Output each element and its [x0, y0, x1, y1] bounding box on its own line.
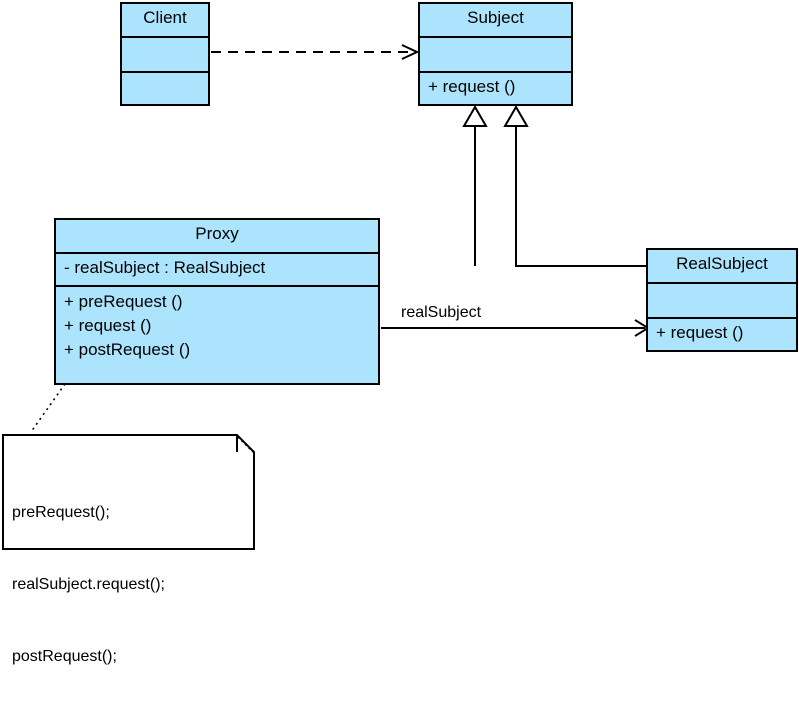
class-name-compartment-realsubject: RealSubject — [648, 250, 796, 282]
class-box-client[interactable]: Client — [120, 2, 210, 106]
operations-compartment-client — [122, 71, 208, 104]
class-name-compartment-client: Client — [122, 4, 208, 36]
uml-class-diagram: Client Subject + request () Proxy - real… — [0, 0, 799, 665]
operation-realsubject-request: + request () — [656, 323, 744, 342]
generalization-realsubject-to-subject — [503, 105, 646, 267]
hollow-triangle-icon — [462, 105, 488, 127]
operations-compartment-proxy: + preRequest () + request () + postReque… — [56, 285, 378, 383]
class-box-realsubject[interactable]: RealSubject + request () — [646, 248, 798, 352]
operation-proxy-prerequest: + preRequest () — [64, 292, 183, 311]
class-box-proxy[interactable]: Proxy - realSubject : RealSubject + preR… — [54, 218, 380, 385]
attribute-proxy-realsubject: - realSubject : RealSubject — [64, 258, 266, 277]
attributes-compartment-subject — [420, 36, 571, 71]
class-name-proxy: Proxy — [195, 224, 239, 243]
generalization-proxy-to-subject — [462, 105, 488, 266]
class-box-subject[interactable]: Subject + request () — [418, 2, 573, 106]
operations-compartment-subject: + request () — [420, 71, 571, 104]
association-proxy-to-realsubject — [381, 319, 650, 337]
operation-proxy-request: + request () — [64, 316, 152, 335]
note-line-3: postRequest(); — [12, 648, 117, 665]
operation-proxy-postrequest: + postRequest () — [64, 340, 191, 359]
generalization-line — [515, 126, 646, 267]
class-name-client: Client — [143, 8, 187, 27]
attributes-empty-client — [122, 38, 208, 71]
note-line-2: realSubject.request(); — [12, 576, 165, 593]
operation-subject-request: + request () — [428, 77, 516, 96]
note-box[interactable]: preRequest(); realSubject.request(); pos… — [2, 434, 255, 665]
attributes-compartment-proxy: - realSubject : RealSubject — [56, 252, 378, 285]
class-name-subject: Subject — [467, 8, 524, 27]
attributes-compartment-realsubject — [648, 282, 796, 317]
attributes-compartment-client — [122, 36, 208, 71]
operations-compartment-realsubject: + request () — [648, 317, 796, 350]
note-text: preRequest(); realSubject.request(); pos… — [12, 453, 165, 717]
dependency-client-to-subject — [211, 44, 420, 60]
class-name-compartment-proxy: Proxy — [56, 220, 378, 252]
class-name-compartment-subject: Subject — [420, 4, 571, 36]
attributes-empty-realsubject — [648, 284, 796, 317]
association-role-label-realsubject: realSubject — [401, 304, 482, 321]
note-line-1: preRequest(); — [12, 504, 110, 521]
attributes-empty-subject — [420, 38, 571, 71]
hollow-triangle-icon — [503, 105, 529, 127]
class-name-realsubject: RealSubject — [676, 254, 768, 273]
operations-empty-client — [122, 73, 208, 104]
